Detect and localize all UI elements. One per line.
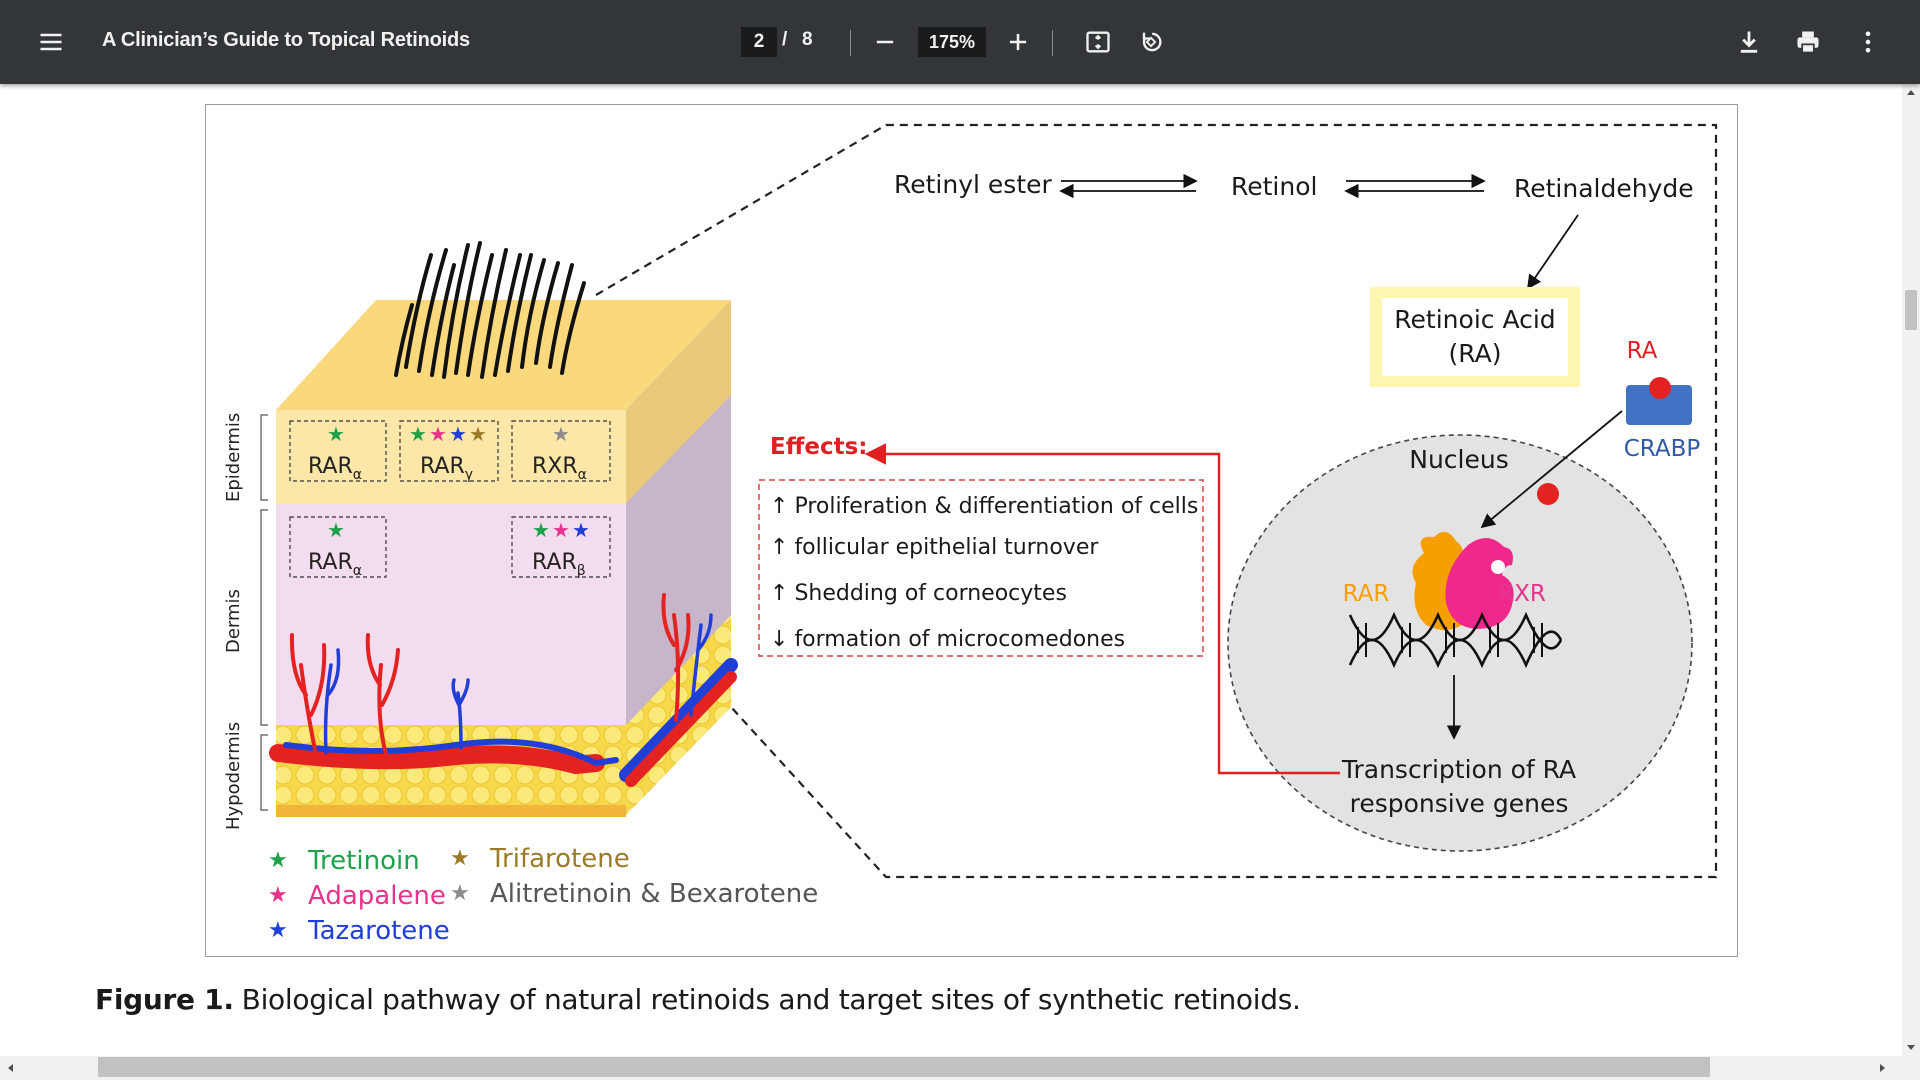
crabp-label: CRABP: [1624, 436, 1701, 462]
star-tazarotene: ★: [572, 520, 590, 542]
effect-arrow: ↓: [770, 627, 788, 652]
legend-tretinoin: Tretinoin: [307, 846, 420, 876]
effect-arrow: ↑: [770, 494, 788, 519]
ra-molecule: [1537, 483, 1559, 505]
caption-text: Biological pathway of natural retinoids …: [241, 983, 1301, 1016]
legend: ★ Tretinoin ★ Adapalene ★ Tazarotene ★ T…: [268, 844, 818, 946]
pathway-retinol: Retinol: [1231, 172, 1317, 201]
figure-illustration: Epidermis Dermis Hypodermis ★ ★ ★ ★ ★ ★ …: [223, 123, 1718, 946]
effect-text: Proliferation & differentiation of cells: [794, 494, 1198, 519]
effects-title: Effects:: [770, 434, 867, 460]
retinoic-acid-abbrev: (RA): [1449, 339, 1502, 368]
star-tretinoin: ★: [327, 520, 345, 542]
legend-trifarotene: Trifarotene: [489, 844, 630, 874]
equilibrium-arrows: [1059, 173, 1579, 290]
star-tretinoin: ★: [409, 424, 427, 446]
page-total: 8: [802, 29, 813, 50]
svg-text:↑follicular epithelial turnove: ↑ follicular epithelial turnover: [770, 535, 1099, 560]
legend-adapalene: Adapalene: [308, 881, 446, 911]
transcription-label-2: responsive genes: [1350, 789, 1569, 818]
effect-text: follicular epithelial turnover: [794, 535, 1099, 560]
receptor-subscript: α: [353, 467, 362, 483]
ra-molecule: [1649, 377, 1671, 399]
fit-page-icon[interactable]: [1078, 22, 1118, 62]
legend-star-icon: ★: [268, 883, 288, 908]
nucleus-label: Nucleus: [1409, 445, 1509, 474]
star-tazarotene: ★: [449, 424, 467, 446]
scroll-left-icon[interactable]: [8, 1064, 13, 1072]
zoom-in-icon[interactable]: [998, 22, 1038, 62]
legend-star-icon: ★: [450, 881, 470, 906]
receptor-rxr: RXR: [532, 454, 578, 479]
receptor-subscript: β: [577, 563, 586, 579]
horizontal-scroll-thumb[interactable]: [98, 1057, 1710, 1077]
svg-text:↑Proliferation & differentiati: ↑ Proliferation & differentiation of cell…: [770, 494, 1198, 519]
document-title: A Clinician’s Guide to Topical Retinoids: [102, 29, 470, 51]
receptor-rar: RAR: [532, 550, 577, 575]
page-separator: /: [782, 29, 788, 50]
figure-frame: Epidermis Dermis Hypodermis ★ ★ ★ ★ ★ ★ …: [205, 104, 1738, 957]
legend-tazarotene: Tazarotene: [307, 916, 450, 946]
star-adapalene: ★: [429, 424, 447, 446]
scroll-down-icon[interactable]: [1907, 1045, 1915, 1050]
zoom-out-icon[interactable]: [865, 22, 905, 62]
caption-label: Figure 1.: [95, 983, 234, 1016]
pdf-toolbar: A Clinician’s Guide to Topical Retinoids…: [0, 0, 1920, 84]
vertical-scrollbar[interactable]: [1902, 84, 1920, 1056]
toolbar-divider: [850, 30, 851, 56]
scroll-up-icon[interactable]: [1907, 90, 1915, 95]
effect-arrow: ↑: [770, 581, 788, 606]
effect-arrow: ↑: [770, 535, 788, 560]
vertical-scroll-thumb[interactable]: [1905, 290, 1917, 330]
receptor-rar: RAR: [308, 454, 353, 479]
legend-star-icon: ★: [268, 848, 288, 873]
page-number-input[interactable]: 2: [741, 27, 777, 57]
receptor-subscript: α: [578, 467, 587, 483]
toolbar-divider: [1052, 30, 1053, 56]
svg-text:↓formation of microcomedones: ↓ formation of microcomedones: [770, 627, 1125, 652]
effect-text: Shedding of corneocytes: [794, 581, 1066, 606]
pathway-retinyl-ester: Retinyl ester: [894, 170, 1052, 199]
label-hypodermis: Hypodermis: [223, 722, 244, 830]
zoom-level-input[interactable]: 175%: [918, 27, 986, 57]
transcription-label: Transcription of RA: [1341, 755, 1576, 784]
skin-block: Epidermis Dermis Hypodermis ★ ★ ★ ★ ★ ★ …: [223, 241, 738, 830]
rotate-icon[interactable]: [1131, 22, 1171, 62]
more-vert-icon[interactable]: [1848, 22, 1888, 62]
receptor-rar: RAR: [420, 454, 465, 479]
pathway-retinaldehyde: Retinaldehyde: [1514, 174, 1694, 203]
horizontal-scrollbar[interactable]: [0, 1056, 1920, 1080]
rar-label: RAR: [1343, 581, 1390, 607]
legend-star-icon: ★: [268, 918, 288, 943]
effect-text: formation of microcomedones: [794, 627, 1125, 652]
receptor-subscript: α: [353, 563, 362, 579]
figure-caption: Figure 1. Biological pathway of natural r…: [95, 983, 1301, 1016]
rxr-label: RXR: [1498, 581, 1546, 607]
star-tretinoin: ★: [327, 424, 345, 446]
scroll-right-icon[interactable]: [1880, 1064, 1885, 1072]
print-icon[interactable]: [1788, 22, 1828, 62]
label-epidermis: Epidermis: [223, 413, 244, 502]
star-tretinoin: ★: [532, 520, 550, 542]
download-icon[interactable]: [1729, 22, 1769, 62]
receptor-subscript: γ: [465, 467, 473, 483]
star-alitretinoin: ★: [552, 424, 570, 446]
legend-star-icon: ★: [450, 846, 470, 871]
ra-label: RA: [1627, 338, 1658, 364]
receptor-rar: RAR: [308, 550, 353, 575]
star-adapalene: ★: [552, 520, 570, 542]
legend-alitretinoin-bexarotene: Alitretinoin & Bexarotene: [490, 879, 818, 909]
menu-icon[interactable]: [31, 22, 71, 62]
star-trifarotene: ★: [469, 424, 487, 446]
svg-text:↑Shedding of corneocytes: ↑ Shedding of corneocytes: [770, 581, 1067, 606]
label-dermis: Dermis: [223, 589, 244, 653]
retinoic-acid-label: Retinoic Acid: [1394, 305, 1555, 334]
